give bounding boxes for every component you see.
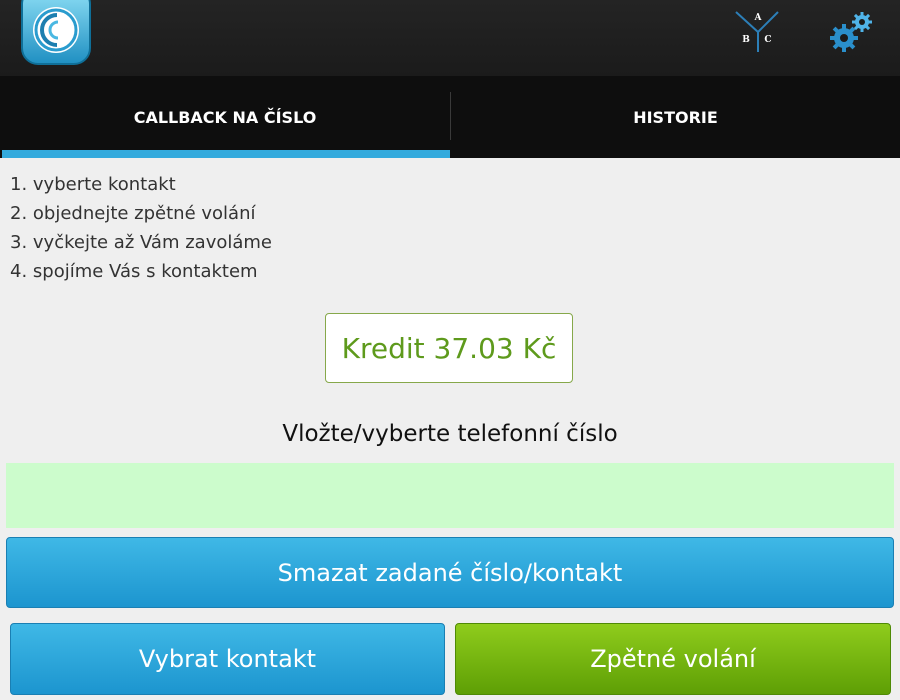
phone-prompt: Vložte/vyberte telefonní číslo bbox=[282, 421, 618, 447]
callback-button-label: Zpětné volání bbox=[590, 645, 756, 673]
select-contact-button-label: Vybrat kontakt bbox=[138, 645, 317, 673]
tab-history-label: HISTORIE bbox=[633, 107, 718, 127]
tab-callback[interactable]: CALLBACK NA ČÍSLO bbox=[0, 76, 450, 158]
tab-history[interactable]: HISTORIE bbox=[451, 76, 900, 158]
tab-selected-indicator bbox=[2, 150, 450, 158]
abc-contacts-icon[interactable]: A B C bbox=[732, 8, 782, 54]
instruction-step: 1. vyberte kontakt bbox=[10, 174, 176, 195]
credit-badge: Kredit 37.03 Kč bbox=[325, 313, 573, 383]
tab-callback-label: CALLBACK NA ČÍSLO bbox=[133, 107, 317, 127]
instruction-step: 3. vyčkejte až Vám zavoláme bbox=[10, 232, 272, 253]
tab-bar: CALLBACK NA ČÍSLO HISTORIE bbox=[0, 76, 900, 158]
phone-number-input[interactable] bbox=[6, 463, 894, 528]
clear-number-button[interactable]: Smazat zadané číslo/kontakt bbox=[6, 537, 894, 608]
instruction-step: 2. objednejte zpětné volání bbox=[10, 203, 256, 224]
instruction-step: 4. spojíme Vás s kontaktem bbox=[10, 261, 258, 282]
app-logo-icon[interactable] bbox=[21, 0, 91, 66]
callback-button[interactable]: Zpětné volání bbox=[455, 623, 891, 695]
clear-number-button-label: Smazat zadané číslo/kontakt bbox=[277, 558, 623, 587]
action-bar: A B C bbox=[0, 0, 900, 76]
credit-text: Kredit 37.03 Kč bbox=[341, 331, 557, 365]
abc-letter-c: C bbox=[764, 35, 771, 45]
abc-letter-b: B bbox=[742, 35, 750, 45]
select-contact-button[interactable]: Vybrat kontakt bbox=[10, 623, 445, 695]
gears-icon[interactable] bbox=[826, 8, 878, 56]
instructions-list: 1. vyberte kontakt 2. objednejte zpětné … bbox=[10, 170, 272, 286]
app-screen: A B C CALLBACK NA ČÍSLO HISTORIE 1. vybe… bbox=[0, 0, 900, 700]
abc-letter-a: A bbox=[754, 13, 763, 23]
